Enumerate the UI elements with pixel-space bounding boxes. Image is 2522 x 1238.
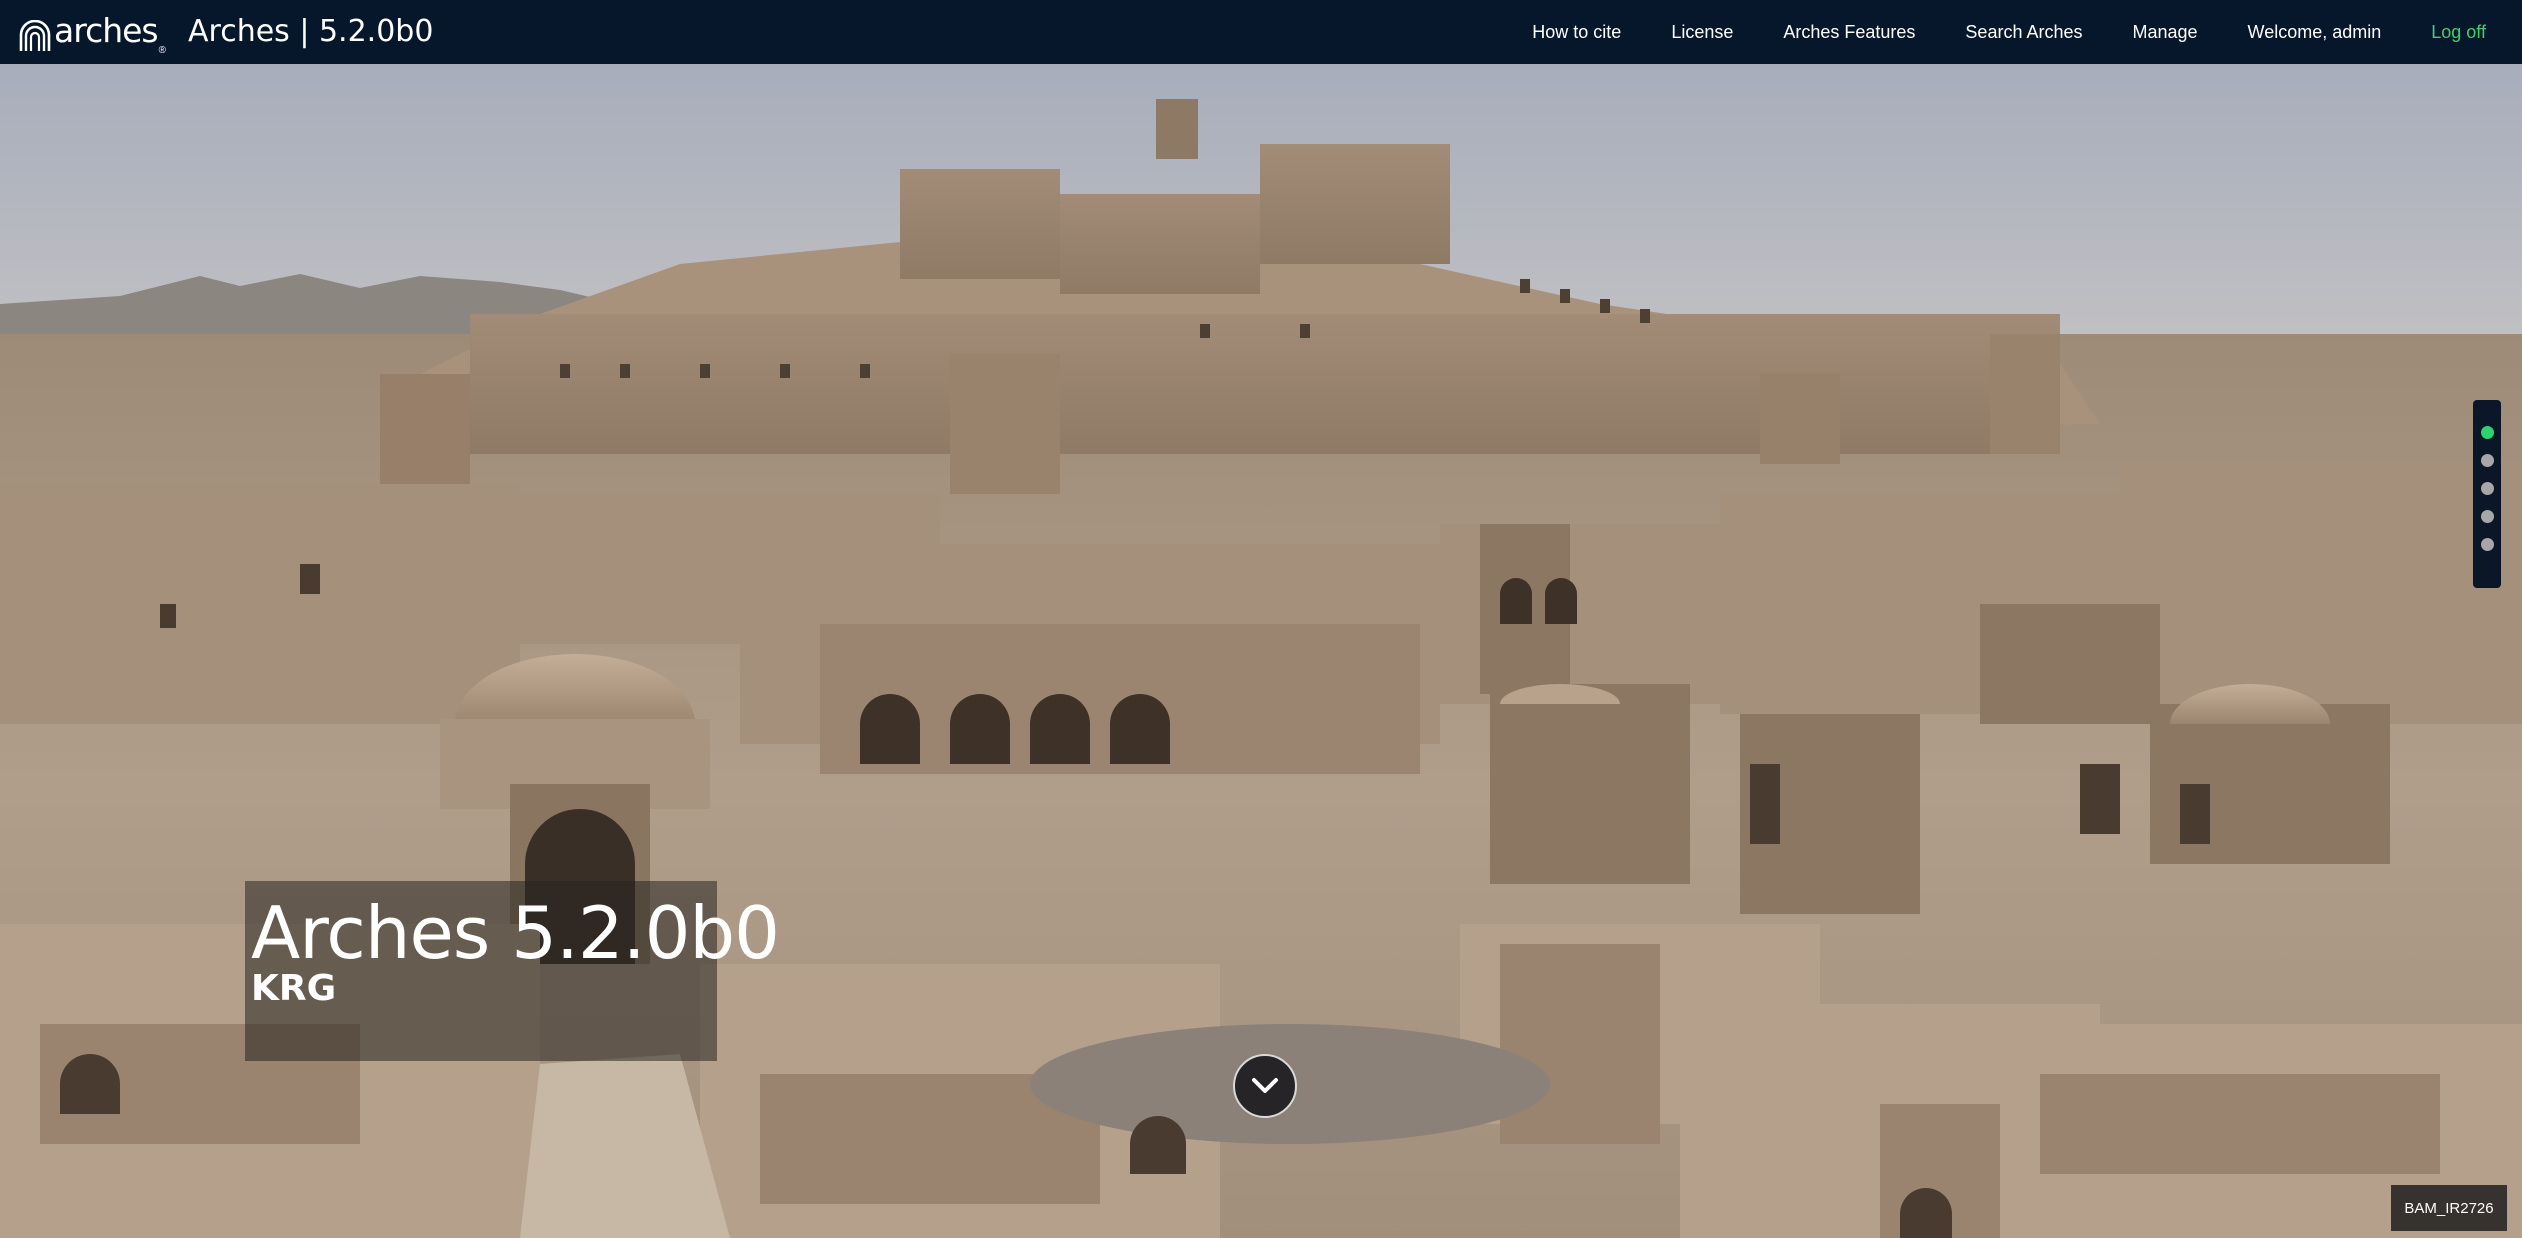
hero-title-block: Arches 5.2.0b0 KRG [245,881,780,1061]
brand[interactable]: arches ® [18,0,166,64]
slide-indicator [2473,400,2501,588]
nav-link-welcome-user[interactable]: Welcome, admin [2248,22,2382,43]
nav-link-license[interactable]: License [1671,22,1733,43]
arches-home-page: arches ® Arches | 5.2.0b0 How to cite Li… [0,0,2522,1238]
brand-wordmark: arches [54,11,159,50]
registered-mark-icon: ® [158,45,166,56]
top-navbar: arches ® Arches | 5.2.0b0 How to cite Li… [0,0,2522,64]
chevron-down-icon [1252,1078,1278,1093]
slide-dot-3[interactable] [2480,482,2494,495]
hero-title: Arches 5.2.0b0 [251,891,780,975]
app-title: Arches | 5.2.0b0 [188,14,434,49]
slide-dot-5[interactable] [2480,538,2494,551]
slide-dot-4[interactable] [2480,510,2494,523]
nav-link-arches-features[interactable]: Arches Features [1783,22,1915,43]
hero-slideshow: Arches 5.2.0b0 KRG BAM_IR2726 [0,64,2522,1238]
nav-link-manage[interactable]: Manage [2132,22,2197,43]
image-caption: BAM_IR2726 [2391,1185,2507,1231]
slide-dot-2[interactable] [2480,454,2494,467]
nav-links: How to cite License Arches Features Sear… [1482,0,2522,64]
hero-subtitle: KRG [251,968,337,1009]
arches-logo-icon [18,12,52,52]
nav-link-search-arches[interactable]: Search Arches [1965,22,2082,43]
nav-link-how-to-cite[interactable]: How to cite [1532,22,1621,43]
nav-link-log-off[interactable]: Log off [2431,22,2486,43]
scroll-down-button[interactable] [1233,1054,1297,1118]
slide-dot-1[interactable] [2480,426,2494,439]
